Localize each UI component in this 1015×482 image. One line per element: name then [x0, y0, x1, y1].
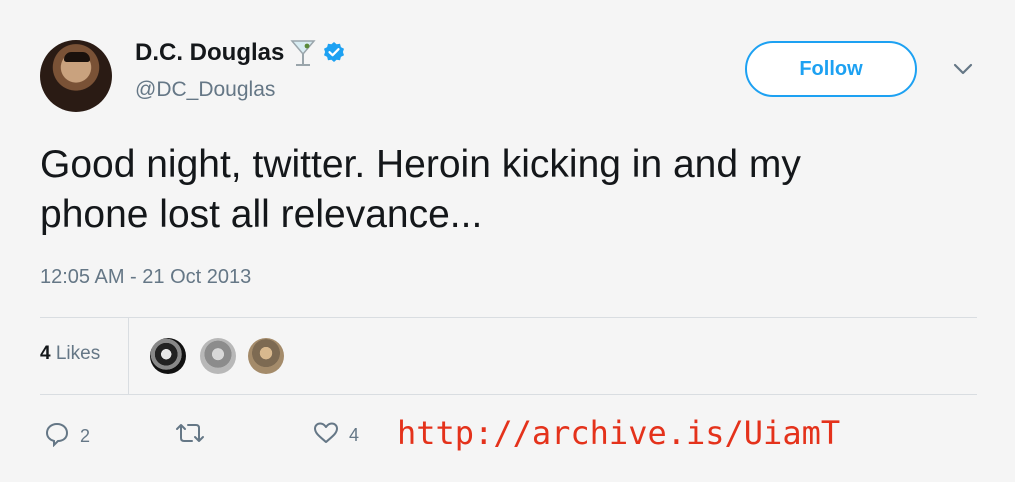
likes-count: 4	[40, 343, 51, 364]
reply-button[interactable]: 2	[44, 421, 90, 452]
liker-avatar[interactable]	[200, 338, 236, 374]
tweet-timestamp[interactable]: 12:05 AM - 21 Oct 2013	[40, 266, 251, 289]
reply-icon	[44, 421, 70, 452]
liker-avatar[interactable]	[150, 338, 186, 374]
retweet-button[interactable]	[175, 421, 215, 450]
likes-label: Likes	[55, 343, 101, 364]
author-handle[interactable]: @DC_Douglas	[135, 78, 275, 102]
stat-divider	[128, 318, 129, 394]
author-name[interactable]: D.C. Douglas	[135, 39, 284, 67]
divider	[40, 317, 977, 318]
author-name-row: D.C. Douglas	[135, 38, 346, 68]
follow-button[interactable]: Follow	[745, 41, 917, 97]
avatar[interactable]	[40, 40, 112, 112]
tweet-text: Good night, twitter. Heroin kicking in a…	[40, 143, 801, 236]
divider	[40, 394, 977, 395]
like-count: 4	[349, 425, 360, 445]
martini-icon	[290, 38, 316, 68]
liker-avatar[interactable]	[248, 338, 284, 374]
reply-count: 2	[80, 426, 91, 446]
heart-icon	[313, 421, 339, 450]
chevron-down-icon[interactable]	[952, 62, 974, 81]
archive-link[interactable]: http://archive.is/UiamT	[397, 414, 840, 452]
likes-stat[interactable]: 4 Likes	[40, 343, 100, 365]
retweet-icon	[175, 421, 205, 450]
like-button[interactable]: 4	[313, 421, 359, 450]
verified-icon	[322, 41, 346, 65]
